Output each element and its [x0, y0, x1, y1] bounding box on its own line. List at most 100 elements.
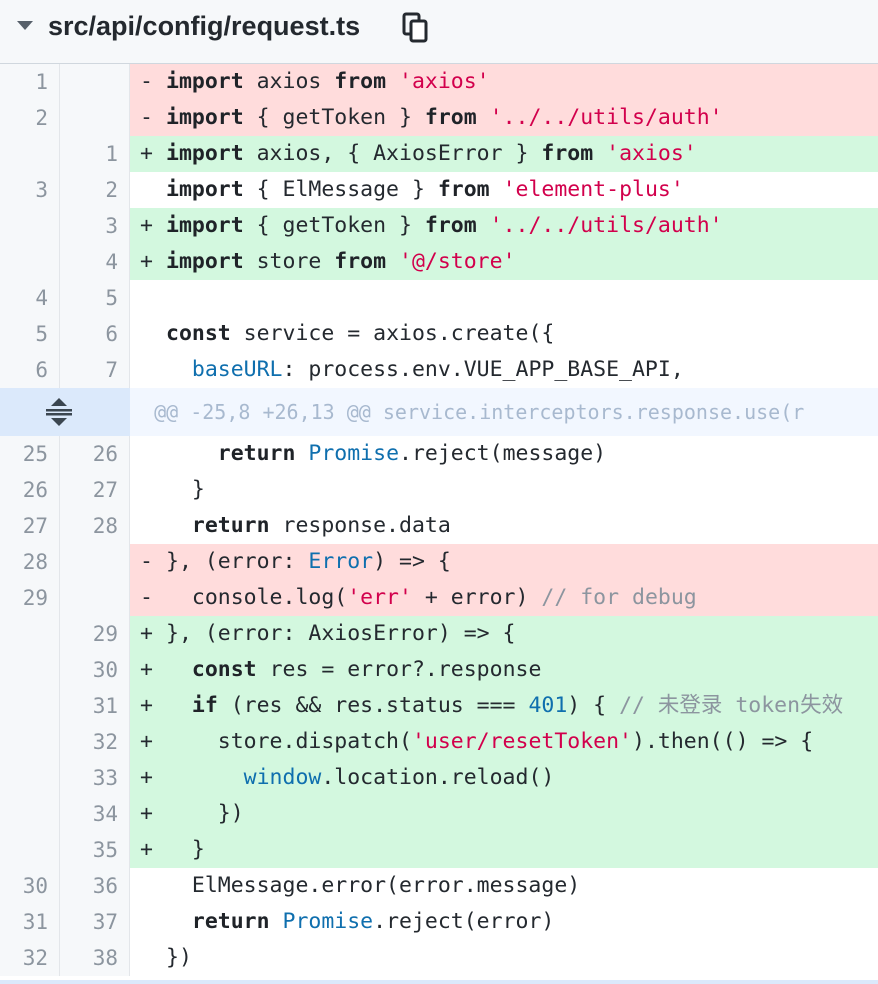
- old-line-number[interactable]: [0, 688, 60, 724]
- old-line-number[interactable]: 4: [0, 280, 60, 316]
- code-token: window: [243, 765, 322, 790]
- new-line-number[interactable]: 32: [60, 724, 130, 760]
- diff-line-row: 31 37 return Promise.reject(error): [0, 904, 878, 940]
- new-line-number[interactable]: 7: [60, 352, 130, 388]
- old-line-number[interactable]: [0, 832, 60, 868]
- new-line-number[interactable]: [60, 100, 130, 136]
- triangle-down-icon[interactable]: [17, 21, 33, 30]
- code-token: '../../utils/auth': [489, 213, 723, 238]
- old-line-number[interactable]: [0, 244, 60, 280]
- new-line-number[interactable]: 29: [60, 616, 130, 652]
- code-line: + const res = error?.response: [130, 652, 878, 688]
- code-token: from: [424, 213, 477, 238]
- old-line-number[interactable]: [0, 760, 60, 796]
- old-line-number[interactable]: 25: [0, 436, 60, 472]
- diff-line-row: 45: [0, 280, 878, 316]
- new-line-number[interactable]: 33: [60, 760, 130, 796]
- diff-line-row: 30 36 ElMessage.error(error.message): [0, 868, 878, 904]
- code-token: Promise: [282, 909, 374, 934]
- copy-icon[interactable]: [402, 12, 428, 44]
- new-line-number[interactable]: 5: [60, 280, 130, 316]
- code-token: const: [166, 321, 231, 346]
- new-line-number[interactable]: 37: [60, 904, 130, 940]
- addition-marker: +: [140, 621, 153, 646]
- code-line: + import { getToken } from '../../utils/a…: [130, 208, 878, 244]
- new-line-number[interactable]: 3: [60, 208, 130, 244]
- code-token: }): [166, 801, 244, 826]
- code-token: '@/store': [399, 249, 516, 274]
- new-line-number[interactable]: [60, 580, 130, 616]
- old-line-number[interactable]: 3: [0, 172, 60, 208]
- old-line-number[interactable]: [0, 136, 60, 172]
- diff-line-row: 4 + import store from '@/store': [0, 244, 878, 280]
- code-line: + import store from '@/store': [130, 244, 878, 280]
- old-line-number[interactable]: 30: [0, 868, 60, 904]
- old-line-number[interactable]: 28: [0, 544, 60, 580]
- code-token: ).then(() => {: [632, 729, 814, 754]
- old-line-number[interactable]: 31: [0, 904, 60, 940]
- old-line-number[interactable]: [0, 208, 60, 244]
- diff-line-row: 29 +}, (error: AxiosError) => {: [0, 616, 878, 652]
- old-line-number[interactable]: 2: [0, 100, 60, 136]
- new-line-number[interactable]: 31: [60, 688, 130, 724]
- old-line-number[interactable]: 5: [0, 316, 60, 352]
- bottom-expander-bar[interactable]: [0, 980, 878, 984]
- diff-line-row: 29 - console.log('err' + error) // for de…: [0, 580, 878, 616]
- code-token: { getToken }: [243, 105, 425, 130]
- code-token: : process.env.VUE_APP_BASE_API,: [282, 357, 684, 382]
- new-line-number[interactable]: 34: [60, 796, 130, 832]
- new-line-number[interactable]: [60, 64, 130, 100]
- code-token: // 未登录 token失效: [619, 693, 844, 718]
- new-line-number[interactable]: 35: [60, 832, 130, 868]
- addition-marker: +: [140, 801, 153, 826]
- new-line-number[interactable]: 36: [60, 868, 130, 904]
- code-token: + error): [411, 585, 542, 610]
- new-line-number[interactable]: 27: [60, 472, 130, 508]
- code-token: response.data: [269, 513, 451, 538]
- old-line-number[interactable]: [0, 652, 60, 688]
- new-line-number[interactable]: 28: [60, 508, 130, 544]
- old-line-number[interactable]: [0, 724, 60, 760]
- old-line-number[interactable]: [0, 616, 60, 652]
- diff-line-row: 28 -}, (error: Error) => {: [0, 544, 878, 580]
- code-token: }, (error:: [166, 549, 309, 574]
- diff-line-row: 25 26 return Promise.reject(message): [0, 436, 878, 472]
- addition-marker: +: [140, 141, 153, 166]
- new-line-number[interactable]: [60, 544, 130, 580]
- code-line: -}, (error: Error) => {: [130, 544, 878, 580]
- diff-line-row: 30 + const res = error?.response: [0, 652, 878, 688]
- code-line: import { ElMessage } from 'element-plus': [130, 172, 878, 208]
- code-token: }): [166, 945, 192, 970]
- code-token: // for debug: [541, 585, 697, 610]
- code-token: from: [424, 105, 477, 130]
- code-line: return Promise.reject(message): [130, 436, 878, 472]
- old-line-number[interactable]: 26: [0, 472, 60, 508]
- old-line-number[interactable]: 29: [0, 580, 60, 616]
- old-line-number[interactable]: 1: [0, 64, 60, 100]
- file-path[interactable]: src/api/config/request.ts: [48, 10, 360, 42]
- new-line-number[interactable]: 38: [60, 940, 130, 976]
- diff-line-row: 3 + import { getToken } from '../../utils/…: [0, 208, 878, 244]
- new-line-number[interactable]: 26: [60, 436, 130, 472]
- deletion-marker: -: [140, 105, 153, 130]
- old-line-number[interactable]: 27: [0, 508, 60, 544]
- new-line-number[interactable]: 1: [60, 136, 130, 172]
- new-line-number[interactable]: 30: [60, 652, 130, 688]
- diff-line-row: 2 - import { getToken } from '../../utils/…: [0, 100, 878, 136]
- new-line-number[interactable]: 6: [60, 316, 130, 352]
- code-token: import: [166, 249, 244, 274]
- new-line-number[interactable]: 2: [60, 172, 130, 208]
- old-line-number[interactable]: [0, 796, 60, 832]
- addition-marker: +: [140, 213, 153, 238]
- new-line-number[interactable]: 4: [60, 244, 130, 280]
- code-token: store: [243, 249, 335, 274]
- old-line-number[interactable]: 6: [0, 352, 60, 388]
- expand-lines-button[interactable]: [0, 388, 130, 436]
- old-line-number[interactable]: 32: [0, 940, 60, 976]
- code-token: 'element-plus': [502, 177, 684, 202]
